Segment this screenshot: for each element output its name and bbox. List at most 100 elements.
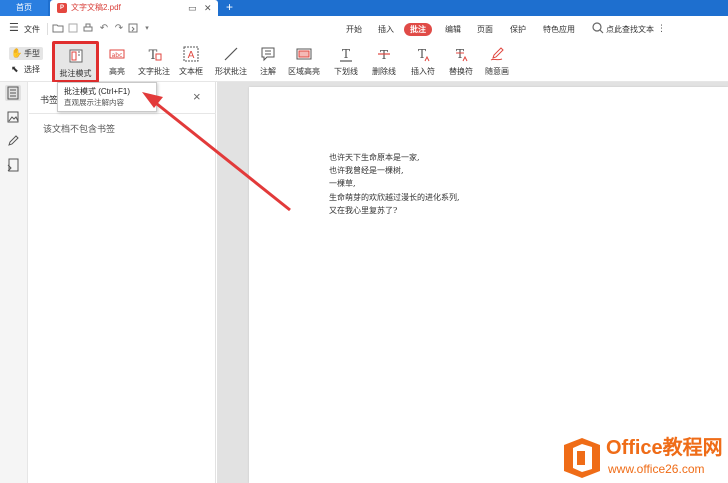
search-icon[interactable]: [591, 21, 605, 35]
export-icon[interactable]: [127, 22, 139, 35]
underline-icon: T: [338, 46, 354, 62]
tab-home[interactable]: 首页: [0, 0, 48, 16]
text-line: 也许天下生命原本是一家,: [329, 153, 420, 162]
hand-icon: ✋: [11, 48, 23, 58]
insert-caret-icon: T: [415, 46, 431, 62]
new-tab-button[interactable]: +: [226, 0, 233, 15]
tool-label: 形状批注: [215, 67, 247, 76]
menu-insert[interactable]: 插入: [378, 23, 394, 36]
area-highlight-icon: [296, 46, 312, 62]
ribbon-toolbar: ✋ 手型 ⬉ 选择 批注模式 abc 高亮 T 文字批注 A 文本框 形状批注: [0, 41, 728, 83]
strikethrough-button[interactable]: T 删除线: [367, 44, 401, 80]
save-icon[interactable]: [67, 22, 79, 35]
annotation-mode-button[interactable]: 批注模式: [52, 41, 99, 83]
undo-icon[interactable]: ↶: [98, 22, 110, 35]
svg-text:T: T: [456, 47, 464, 61]
text-line: 也许我曾经是一棵树,: [329, 166, 404, 176]
shape-annotation-icon: [223, 46, 239, 62]
annotation-mode-icon: [68, 48, 84, 64]
text-line: 生命萌芽的欢欣越过漫长的进化系列,: [329, 192, 460, 202]
watermark-brand: Office教程网: [606, 437, 723, 459]
text-annotation-icon: T: [146, 46, 162, 63]
window-icon[interactable]: ▭: [188, 0, 197, 16]
bookmark-empty-message: 该文档不包含书签: [43, 124, 116, 134]
bookmark-panel: 书签 × 该文档不包含书签: [29, 82, 216, 483]
tool-label: 区域高亮: [288, 67, 320, 76]
select-tool-label: 选择: [24, 65, 40, 74]
textbox-icon: A: [183, 46, 199, 62]
tool-label: 删除线: [372, 67, 396, 76]
open-folder-icon[interactable]: [52, 22, 64, 35]
underline-button[interactable]: T 下划线: [330, 44, 362, 80]
tooltip-title: 批注模式 (Ctrl+F1): [64, 87, 130, 96]
tab-document[interactable]: P 文字文稿2.pdf ▭ ✕: [50, 0, 218, 16]
search-input[interactable]: 点此查找文本: [606, 24, 654, 35]
strikethrough-icon: T: [376, 46, 392, 62]
note-button[interactable]: 注解: [256, 44, 280, 80]
tool-label: 注解: [260, 67, 276, 76]
menu-features[interactable]: 特色应用: [543, 23, 575, 36]
tool-label: 文本框: [179, 67, 203, 76]
svg-text:A: A: [188, 50, 195, 61]
textbox-button[interactable]: A 文本框: [177, 44, 205, 80]
close-icon[interactable]: ×: [193, 90, 201, 103]
hand-tool-label: 手型: [24, 49, 40, 58]
document-viewer[interactable]: 也许天下生命原本是一家, 也许我曾经是一棵树, 一棵草, 生命萌芽的欢欣越过漫长…: [217, 82, 728, 483]
document-tab-title: 文字文稿2.pdf: [71, 3, 121, 12]
pdf-file-icon: P: [57, 3, 67, 13]
chevron-down-icon[interactable]: ▾: [141, 22, 153, 35]
menu-protect[interactable]: 保护: [510, 23, 526, 36]
shape-annotation-button[interactable]: 形状批注: [209, 44, 253, 80]
menu-edit[interactable]: 编辑: [445, 23, 461, 36]
watermark-url: www.office26.com: [608, 462, 705, 476]
thumbnail-icon[interactable]: [5, 109, 21, 125]
tool-label: 批注模式: [59, 69, 92, 78]
tool-label: 替换符: [449, 67, 473, 76]
text-line: 又在我心里复苏了?: [329, 205, 398, 215]
area-highlight-button[interactable]: 区域高亮: [285, 44, 323, 80]
attachment-icon[interactable]: [5, 157, 21, 173]
more-options-icon[interactable]: ⋮: [657, 23, 666, 34]
menu-page[interactable]: 页面: [477, 23, 493, 36]
document-page[interactable]: 也许天下生命原本是一家, 也许我曾经是一棵树, 一棵草, 生命萌芽的欢欣越过漫长…: [249, 87, 728, 483]
redo-icon[interactable]: ↷: [113, 22, 125, 35]
side-rail: [0, 82, 28, 483]
text-line: 一棵草,: [329, 179, 356, 189]
replace-caret-icon: T: [453, 46, 469, 62]
highlight-button[interactable]: abc 高亮: [104, 44, 130, 80]
tool-label: 高亮: [109, 67, 125, 76]
bookmark-panel-icon[interactable]: [5, 85, 21, 101]
svg-text:abc: abc: [112, 52, 123, 59]
tool-label: 插入符: [411, 67, 435, 76]
menu-annotate[interactable]: 批注: [404, 23, 432, 36]
document-text: 也许天下生命原本是一家, 也许我曾经是一棵树, 一棵草, 生命萌芽的欢欣越过漫长…: [329, 151, 460, 217]
hand-tool-button[interactable]: ✋ 手型: [9, 47, 43, 60]
watermark: Office教程网 www.office26.com: [562, 432, 728, 483]
text-annotation-button[interactable]: T 文字批注: [136, 44, 172, 80]
tooltip-description: 直观展示注解内容: [64, 98, 124, 107]
note-icon: [260, 46, 276, 62]
file-menu[interactable]: 文件: [24, 24, 40, 35]
insert-caret-button[interactable]: T 插入符: [406, 44, 440, 80]
menu-bar: ☰ 文件 ↶ ↷ ▾ 开始 插入 批注 编辑 页面 保护 特色应用 点此查找文本…: [0, 16, 728, 42]
tool-label: 文字批注: [138, 67, 170, 76]
cursor-icon: ⬉: [11, 64, 19, 74]
menu-start[interactable]: 开始: [346, 23, 362, 36]
menu-icon[interactable]: ☰: [9, 23, 19, 34]
tab-bar: 首页 P 文字文稿2.pdf ▭ ✕ +: [0, 0, 728, 16]
replace-caret-button[interactable]: T 替换符: [444, 44, 478, 80]
freehand-draw-button[interactable]: 随意画: [481, 44, 513, 80]
office-logo-icon: [564, 438, 600, 478]
svg-text:T: T: [418, 47, 426, 61]
select-tool-button[interactable]: ⬉ 选择: [9, 63, 43, 76]
svg-text:T: T: [380, 48, 388, 62]
divider: [47, 23, 48, 35]
tooltip: 批注模式 (Ctrl+F1) 直观展示注解内容: [57, 82, 157, 112]
tool-label: 下划线: [334, 67, 358, 76]
print-icon[interactable]: [82, 22, 94, 35]
tool-label: 随意画: [485, 67, 509, 76]
svg-text:T: T: [342, 47, 350, 61]
close-tab-icon[interactable]: ✕: [204, 0, 212, 16]
highlight-icon: abc: [109, 46, 125, 62]
annotation-list-icon[interactable]: [5, 133, 21, 149]
